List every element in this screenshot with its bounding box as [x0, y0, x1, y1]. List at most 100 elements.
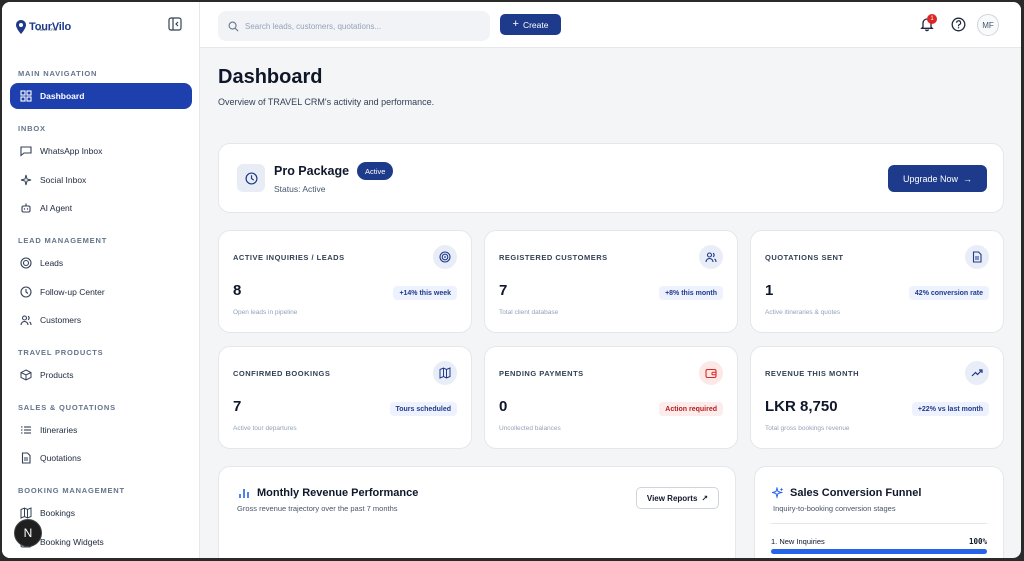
panel-title: Sales Conversion Funnel — [790, 487, 922, 499]
users-icon — [20, 315, 32, 326]
sidebar-item-follow-up-center[interactable]: Follow-up Center — [10, 279, 192, 305]
package-status: Status: Active — [274, 184, 326, 194]
sidebar-item-quotations[interactable]: Quotations — [10, 445, 192, 471]
panel-subtitle: Inquiry-to-booking conversion stages — [773, 504, 896, 513]
upgrade-button-label: Upgrade Now — [902, 173, 959, 184]
sidebar-item-label: Booking Widgets — [40, 537, 104, 547]
help-icon[interactable] — [951, 17, 966, 32]
stat-card-registered-customers[interactable]: REGISTERED CUSTOMERS 7 +8% this month To… — [484, 230, 738, 333]
sidebar-item-itineraries[interactable]: Itineraries — [10, 417, 192, 443]
package-title: Pro Package — [274, 164, 350, 178]
notification-badge: 1 — [927, 14, 937, 24]
stat-footnote: Open leads in pipeline — [233, 309, 298, 316]
stat-trend-chip: Tours scheduled — [389, 402, 457, 416]
stat-label: REVENUE THIS MONTH — [765, 369, 860, 378]
sidebar-item-label: Itineraries — [40, 425, 78, 435]
stat-label: ACTIVE INQUIRIES / LEADS — [233, 253, 345, 262]
sidebar-item-whatsapp-inbox[interactable]: WhatsApp Inbox — [10, 138, 192, 164]
search-icon — [228, 21, 239, 31]
collapse-sidebar-icon[interactable] — [168, 17, 182, 31]
sidebar-item-leads[interactable]: Leads — [10, 250, 192, 276]
view-reports-button[interactable]: View Reports ↗ — [636, 487, 719, 509]
stat-trend-chip: +14% this week — [393, 286, 457, 300]
stat-value: 7 — [499, 282, 508, 299]
floating-action-button[interactable]: N — [14, 519, 42, 547]
view-reports-label: View Reports — [646, 493, 698, 503]
trending-up-icon — [965, 361, 989, 385]
brand-tagline: Travel CRM — [36, 27, 58, 32]
stat-footnote: Active tour departures — [233, 425, 297, 432]
list-icon — [21, 426, 31, 434]
stat-trend-chip: 42% conversion rate — [908, 286, 989, 300]
panel-title: Monthly Revenue Performance — [257, 487, 419, 499]
upgrade-now-button[interactable]: Upgrade Now → — [888, 165, 987, 192]
sidebar-item-label: Social Inbox — [40, 175, 87, 185]
stat-card-quotations-sent[interactable]: QUOTATIONS SENT 1 42% conversion rate Ac… — [750, 230, 1004, 333]
stat-footnote: Total gross bookings revenue — [765, 425, 850, 432]
status-badge: Active — [357, 162, 394, 180]
stat-card-revenue-this-month[interactable]: REVENUE THIS MONTH LKR 8,750 +22% vs las… — [750, 346, 1004, 449]
sidebar-item-label: AI Agent — [40, 203, 73, 213]
stat-footnote: Total client database — [499, 309, 559, 316]
page-title: Dashboard — [218, 66, 323, 88]
sparkle-icon — [20, 174, 32, 186]
sidebar: TourVilo Travel CRM MAIN NAVIGATION Dash… — [2, 2, 200, 558]
app-window: TourVilo Travel CRM MAIN NAVIGATION Dash… — [2, 2, 1021, 558]
search-bar[interactable] — [218, 11, 490, 41]
top-bar: + Create 1 MF — [200, 2, 1021, 48]
sidebar-item-label: Dashboard — [40, 91, 85, 101]
stat-label: CONFIRMED BOOKINGS — [233, 369, 331, 378]
funnel-progress-track — [771, 549, 987, 554]
stat-alert-chip: Action required — [659, 402, 723, 416]
stat-card-active-inquiries[interactable]: ACTIVE INQUIRIES / LEADS 8 +14% this wee… — [218, 230, 472, 333]
chat-icon — [20, 146, 32, 157]
sidebar-item-label: Bookings — [40, 508, 75, 518]
users-icon — [699, 245, 723, 269]
sidebar-item-ai-agent[interactable]: AI Agent — [10, 195, 192, 221]
avatar[interactable]: MF — [977, 14, 999, 36]
package-icon — [20, 369, 32, 381]
funnel-progress-fill — [771, 549, 987, 554]
arrow-right-icon: → — [963, 173, 973, 184]
sidebar-item-customers[interactable]: Customers — [10, 307, 192, 333]
divider — [771, 523, 987, 524]
target-icon — [20, 257, 32, 269]
stat-card-pending-payments[interactable]: PENDING PAYMENTS 0 Action required Uncol… — [484, 346, 738, 449]
stat-trend-chip: +22% vs last month — [911, 402, 989, 416]
funnel-stage-name: 1. New Inquiries — [771, 537, 825, 546]
create-button-label: Create — [522, 19, 549, 30]
package-card: Pro Package Active Status: Active Upgrad… — [218, 143, 1004, 213]
create-button[interactable]: + Create — [500, 14, 561, 35]
sidebar-item-label: Follow-up Center — [40, 287, 105, 297]
stat-footnote: Active itineraries & quotes — [765, 309, 841, 316]
sidebar-item-dashboard[interactable]: Dashboard — [10, 83, 192, 109]
section-booking-management: BOOKING MANAGEMENT — [18, 486, 125, 495]
section-lead-management: LEAD MANAGEMENT — [18, 236, 108, 245]
stat-trend-chip: +8% this month — [659, 286, 723, 300]
section-travel-products: TRAVEL PRODUCTS — [18, 348, 104, 357]
bar-chart-icon — [239, 489, 249, 498]
sidebar-item-label: Products — [40, 370, 74, 380]
stat-value: LKR 8,750 — [765, 398, 838, 415]
stat-label: QUOTATIONS SENT — [765, 253, 844, 262]
bot-icon — [21, 203, 31, 213]
stat-label: REGISTERED CUSTOMERS — [499, 253, 608, 262]
sidebar-item-social-inbox[interactable]: Social Inbox — [10, 167, 192, 193]
stat-value: 1 — [765, 282, 774, 299]
sidebar-item-label: Quotations — [40, 453, 82, 463]
funnel-stage-percent: 100% — [968, 537, 987, 546]
page-subtitle: Overview of TRAVEL CRM's activity and pe… — [218, 97, 435, 107]
sidebar-item-products[interactable]: Products — [10, 362, 192, 388]
search-input[interactable] — [245, 21, 475, 31]
wallet-icon — [699, 361, 723, 385]
stat-value: 8 — [233, 282, 242, 299]
location-pin-icon — [16, 20, 26, 34]
panel-subtitle: Gross revenue trajectory over the past 7… — [237, 504, 398, 513]
stat-card-confirmed-bookings[interactable]: CONFIRMED BOOKINGS 7 Tours scheduled Act… — [218, 346, 472, 449]
section-main-navigation: MAIN NAVIGATION — [18, 69, 98, 78]
sales-conversion-funnel-panel: Sales Conversion Funnel Inquiry-to-booki… — [754, 466, 1004, 558]
map-icon — [20, 507, 32, 519]
plus-icon: + — [512, 18, 519, 30]
dashboard-icon — [20, 90, 32, 102]
map-icon — [433, 361, 457, 385]
